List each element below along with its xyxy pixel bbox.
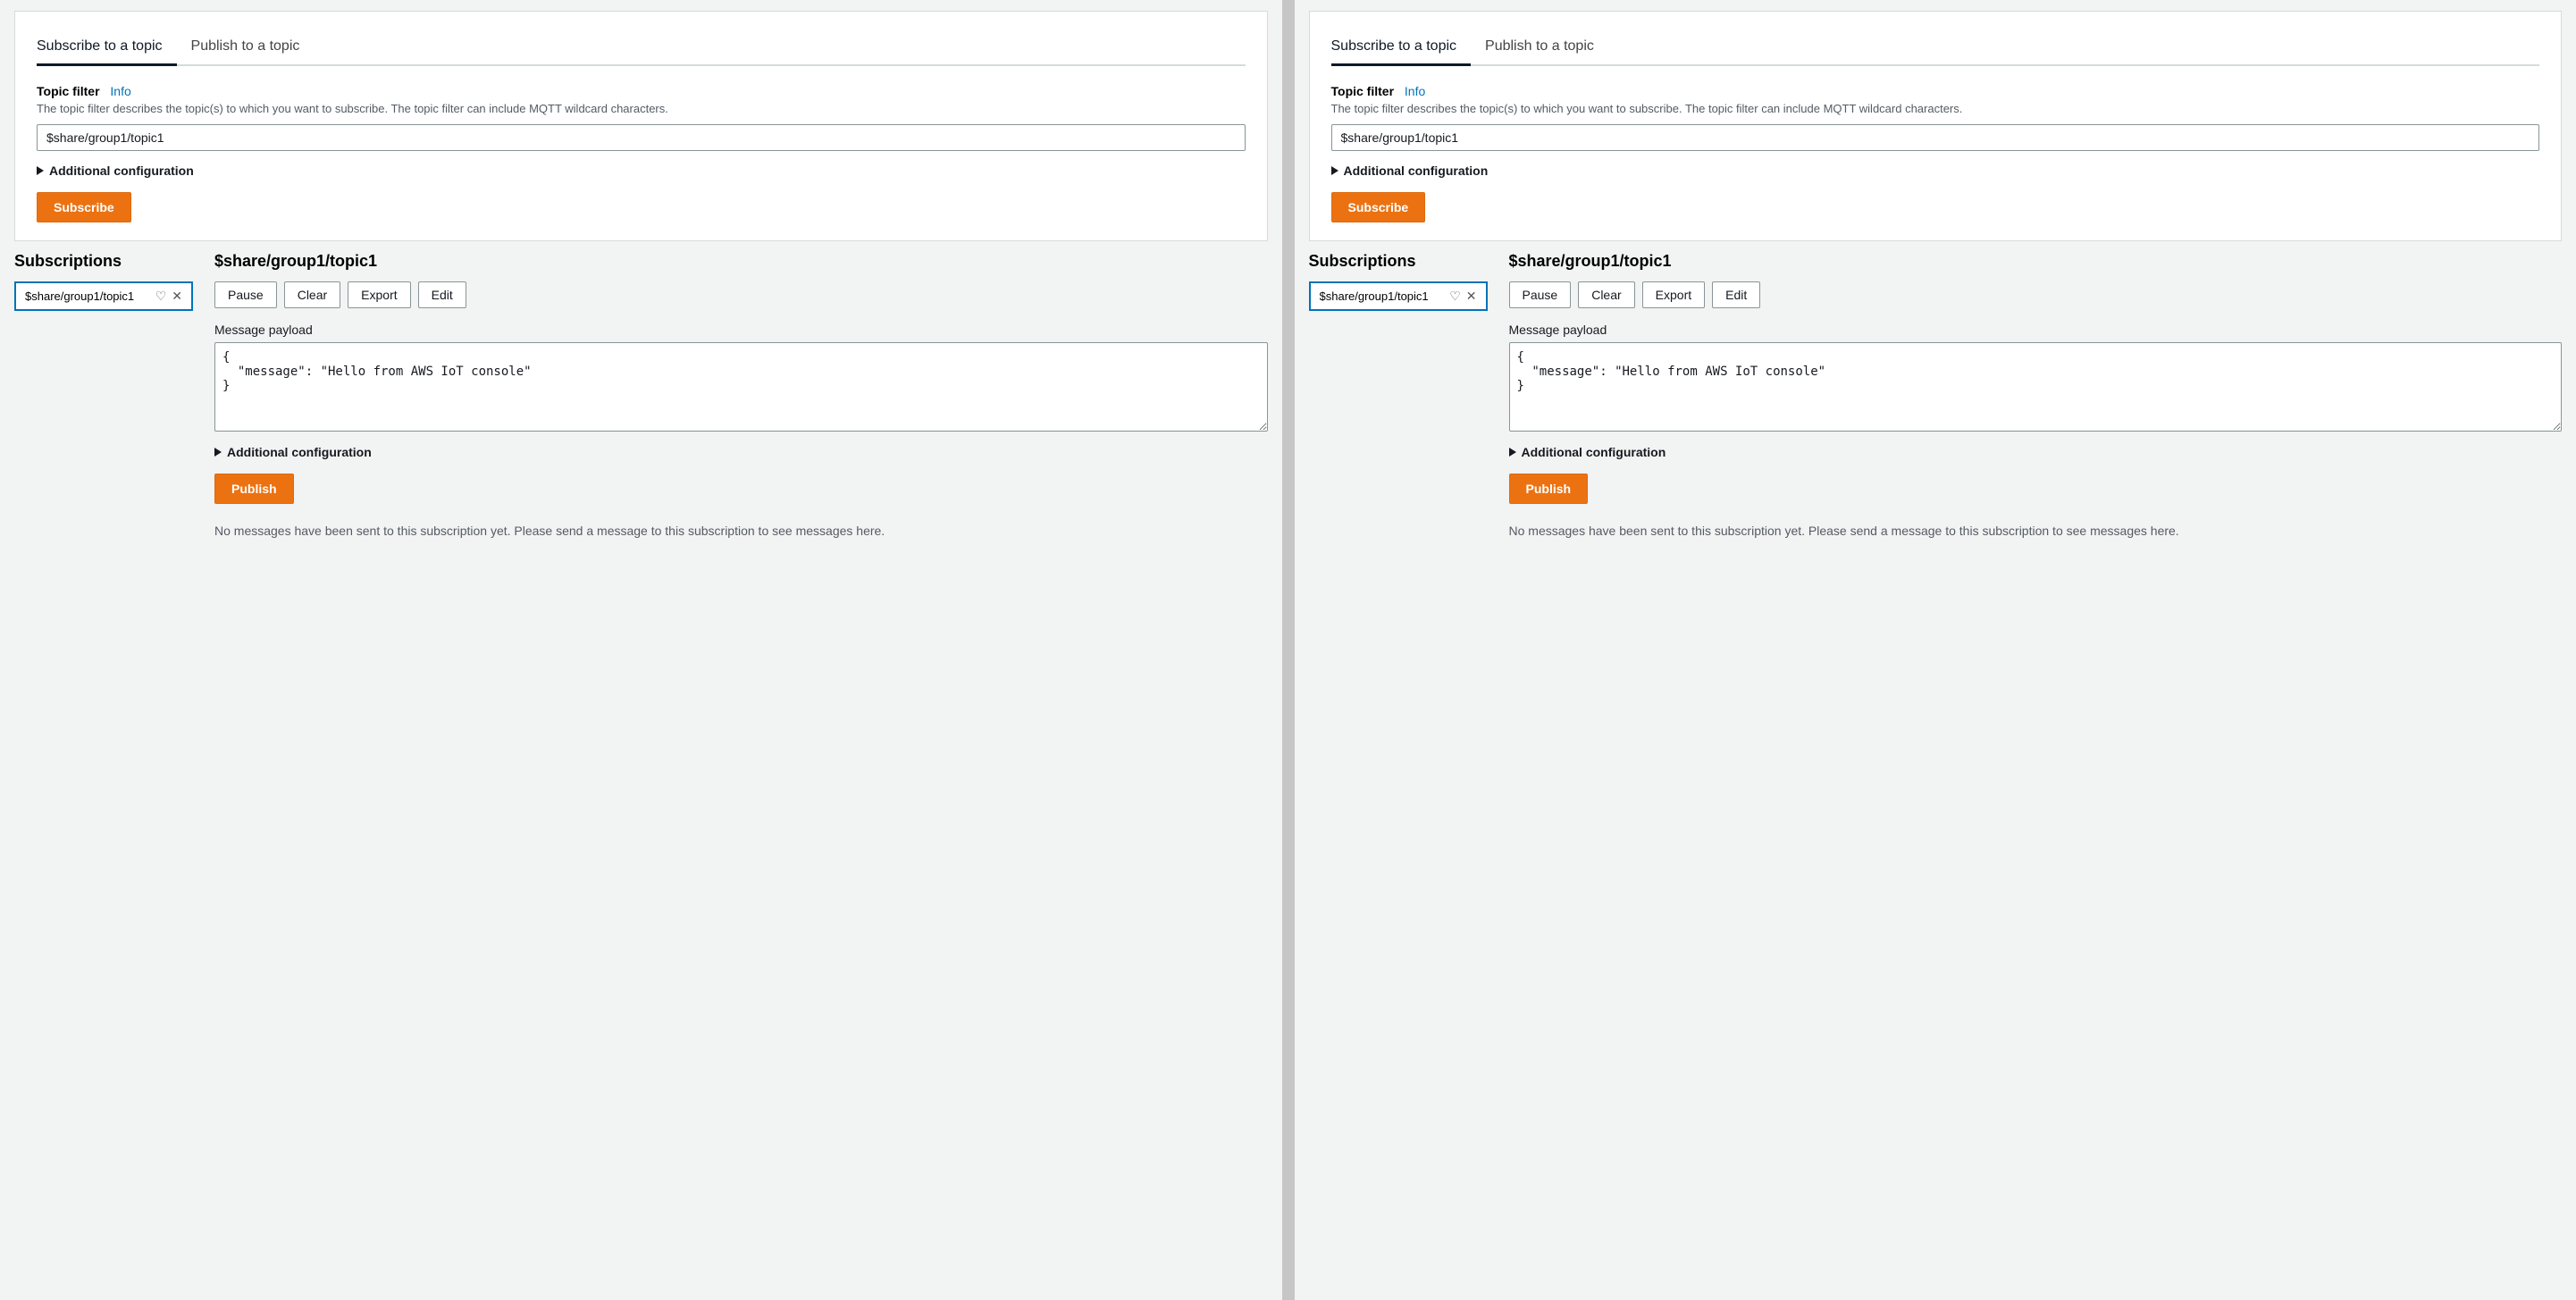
right-field-label: Topic filter [1331,84,1395,98]
right-close-icon[interactable]: ✕ [1466,289,1477,304]
right-pause-button[interactable]: Pause [1509,281,1572,308]
right-bottom-section: Subscriptions $share/group1/topic1 ♡ ✕ $… [1309,252,2563,541]
right-subscriptions-title: Subscriptions [1309,252,1488,271]
right-topic-title: $share/group1/topic1 [1509,252,2563,271]
left-additional-config[interactable]: Additional configuration [37,164,1246,178]
left-publish-button[interactable]: Publish [214,474,294,504]
left-bottom-section: Subscriptions $share/group1/topic1 ♡ ✕ $… [14,252,1268,541]
left-publish-expand-icon [214,448,222,457]
left-publish-additional-config-label: Additional configuration [227,445,372,459]
left-no-messages: No messages have been sent to this subsc… [214,522,1268,541]
left-edit-button[interactable]: Edit [418,281,466,308]
right-tabs: Subscribe to a topic Publish to a topic [1331,29,2540,66]
left-tabs: Subscribe to a topic Publish to a topic [37,29,1246,66]
right-expand-icon [1331,166,1338,175]
left-publish-additional-config[interactable]: Additional configuration [214,445,1268,459]
right-topic-actions: Pause Clear Export Edit [1509,281,2563,308]
right-field-description: The topic filter describes the topic(s) … [1331,102,2540,115]
left-pause-button[interactable]: Pause [214,281,277,308]
left-topic-panel: $share/group1/topic1 Pause Clear Export … [214,252,1268,541]
right-clear-button[interactable]: Clear [1578,281,1634,308]
right-edit-button[interactable]: Edit [1712,281,1760,308]
right-subscribe-button[interactable]: Subscribe [1331,192,1426,222]
right-payload-label: Message payload [1509,323,2563,337]
left-topic-title: $share/group1/topic1 [214,252,1268,271]
left-payload-textarea[interactable] [214,342,1268,432]
left-subscriptions-panel: Subscriptions $share/group1/topic1 ♡ ✕ [14,252,193,541]
left-subscriptions-title: Subscriptions [14,252,193,271]
center-divider [1282,0,1295,1300]
left-payload-label: Message payload [214,323,1268,337]
right-panel: Subscribe to a topic Publish to a topic … [1295,0,2576,1300]
left-clear-button[interactable]: Clear [284,281,340,308]
right-tab-publish[interactable]: Publish to a topic [1485,29,1608,66]
left-topic-actions: Pause Clear Export Edit [214,281,1268,308]
right-subscription-item[interactable]: $share/group1/topic1 ♡ ✕ [1309,281,1488,311]
left-heart-icon[interactable]: ♡ [155,289,167,304]
right-additional-config-label: Additional configuration [1344,164,1489,178]
right-export-button[interactable]: Export [1642,281,1705,308]
right-payload-textarea[interactable] [1509,342,2563,432]
right-topic-filter-row: Topic filter Info [1331,84,2540,98]
left-subscribe-card: Subscribe to a topic Publish to a topic … [14,11,1268,241]
right-subscription-item-label: $share/group1/topic1 [1320,289,1445,303]
left-topic-filter-input[interactable] [37,124,1246,151]
left-export-button[interactable]: Export [348,281,410,308]
left-info-link[interactable]: Info [110,84,130,98]
right-topic-filter-input[interactable] [1331,124,2540,151]
right-tab-subscribe[interactable]: Subscribe to a topic [1331,29,1472,66]
right-publish-expand-icon [1509,448,1516,457]
left-subscription-item-label: $share/group1/topic1 [25,289,150,303]
left-subscribe-button[interactable]: Subscribe [37,192,131,222]
left-tab-subscribe[interactable]: Subscribe to a topic [37,29,177,66]
right-publish-additional-config[interactable]: Additional configuration [1509,445,2563,459]
right-additional-config[interactable]: Additional configuration [1331,164,2540,178]
right-topic-panel: $share/group1/topic1 Pause Clear Export … [1509,252,2563,541]
right-no-messages: No messages have been sent to this subsc… [1509,522,2563,541]
left-topic-filter-row: Topic filter Info [37,84,1246,98]
right-info-link[interactable]: Info [1405,84,1425,98]
left-panel: Subscribe to a topic Publish to a topic … [0,0,1282,1300]
right-subscribe-card: Subscribe to a topic Publish to a topic … [1309,11,2563,241]
left-close-icon[interactable]: ✕ [172,289,182,304]
right-heart-icon[interactable]: ♡ [1449,289,1461,304]
left-field-description: The topic filter describes the topic(s) … [37,102,1246,115]
right-publish-additional-config-label: Additional configuration [1522,445,1666,459]
right-publish-button[interactable]: Publish [1509,474,1589,504]
left-expand-icon [37,166,44,175]
left-additional-config-label: Additional configuration [49,164,194,178]
left-tab-publish[interactable]: Publish to a topic [191,29,315,66]
left-field-label: Topic filter [37,84,100,98]
left-subscription-item[interactable]: $share/group1/topic1 ♡ ✕ [14,281,193,311]
right-subscriptions-panel: Subscriptions $share/group1/topic1 ♡ ✕ [1309,252,1488,541]
